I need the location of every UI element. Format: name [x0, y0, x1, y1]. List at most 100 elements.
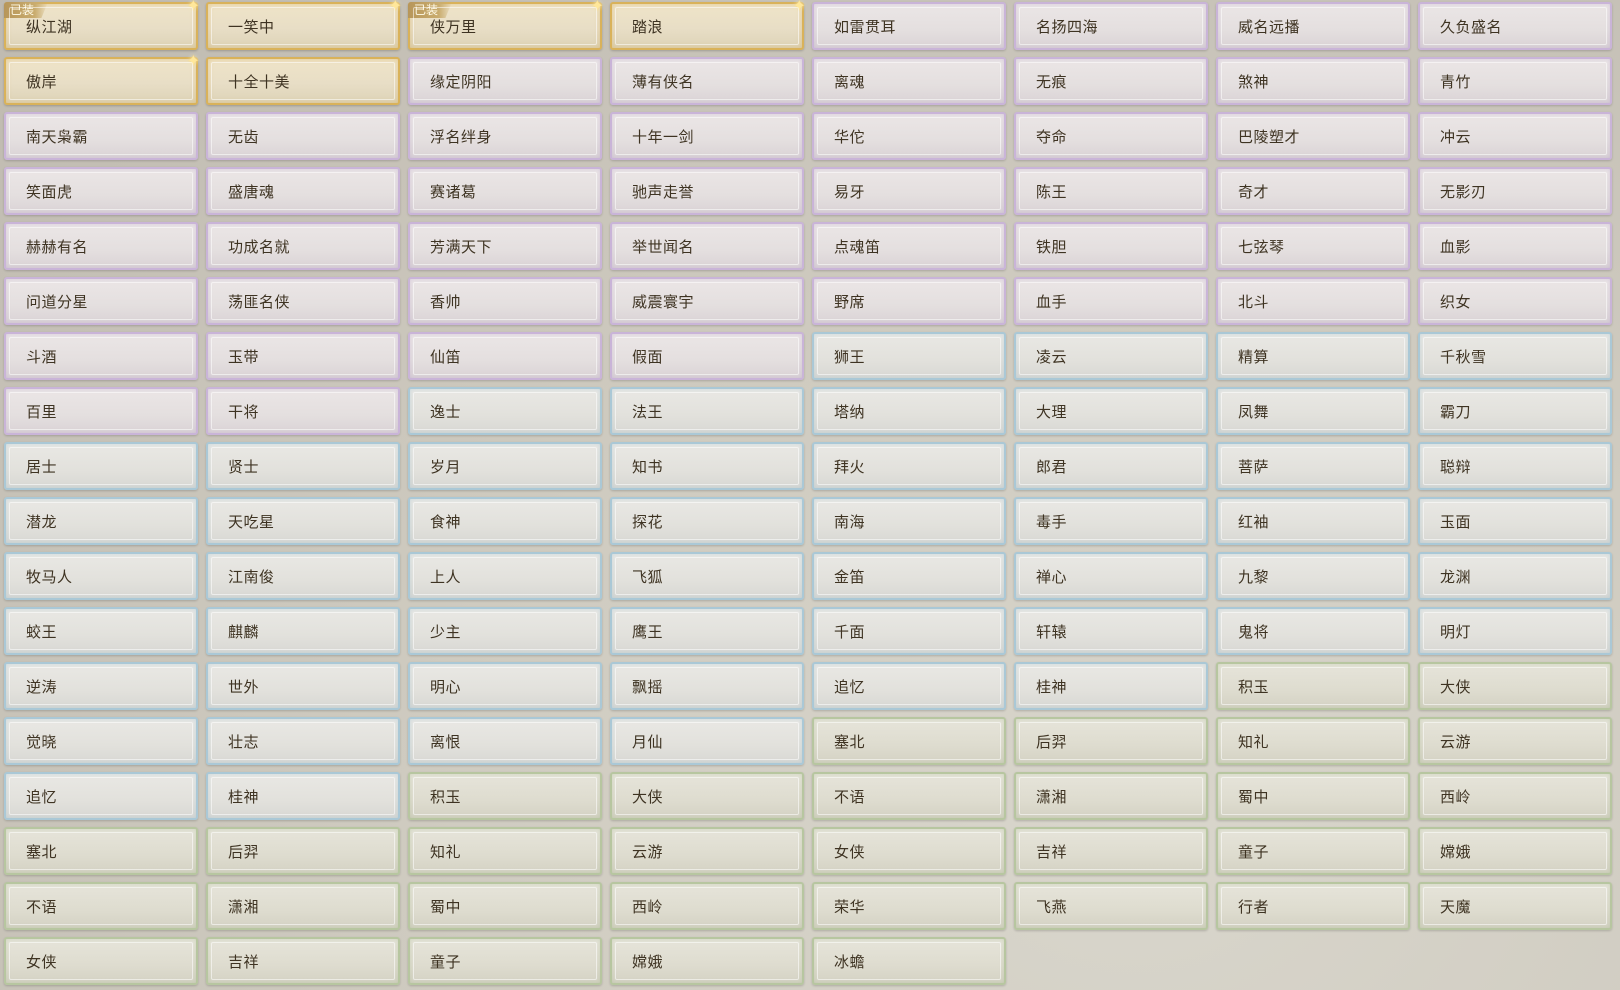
title-tile[interactable]: 玉面 [1418, 497, 1612, 545]
title-tile[interactable]: 知书 [610, 442, 804, 490]
title-tile[interactable]: 威震寰宇 [610, 277, 804, 325]
title-tile[interactable]: 龙渊 [1418, 552, 1612, 600]
title-tile[interactable]: 后羿 [1014, 717, 1208, 765]
title-tile[interactable]: 野席 [812, 277, 1006, 325]
title-tile[interactable]: ✦ 一笑中 [206, 0, 402, 50]
title-tile[interactable]: 壮志 [206, 717, 400, 765]
title-tile[interactable]: 已装 ✦ 侠万里 [408, 0, 604, 50]
title-tile[interactable]: 无痕 [1014, 57, 1208, 105]
title-tile[interactable]: 南海 [812, 497, 1006, 545]
title-tile[interactable]: 天吃星 [206, 497, 400, 545]
title-tile[interactable]: 问道分星 [4, 277, 198, 325]
title-tile[interactable]: 潜龙 [4, 497, 198, 545]
title-tile[interactable]: 吉祥 [1014, 827, 1208, 875]
title-tile[interactable]: 觉晓 [4, 717, 198, 765]
title-tile[interactable]: 桂神 [206, 772, 400, 820]
title-tile[interactable]: 积玉 [1216, 662, 1410, 710]
title-tile[interactable]: 离恨 [408, 717, 602, 765]
title-tile[interactable]: 荣华 [812, 882, 1006, 930]
title-tile[interactable]: 盛唐魂 [206, 167, 400, 215]
title-tile[interactable]: ✦ 傲岸 [4, 53, 200, 105]
title-tile[interactable]: 上人 [408, 552, 602, 600]
title-tile[interactable]: 潇湘 [206, 882, 400, 930]
title-tile[interactable]: 浮名绊身 [408, 112, 602, 160]
title-tile[interactable]: 香帅 [408, 277, 602, 325]
title-tile[interactable]: 煞神 [1216, 57, 1410, 105]
title-tile[interactable]: 积玉 [408, 772, 602, 820]
title-tile[interactable]: 青竹 [1418, 57, 1612, 105]
title-tile[interactable]: 江南俊 [206, 552, 400, 600]
title-tile[interactable]: 飞燕 [1014, 882, 1208, 930]
title-tile[interactable]: 薄有侠名 [610, 57, 804, 105]
title-tile[interactable]: ✦ 踏浪 [610, 0, 806, 50]
title-tile[interactable]: 追忆 [812, 662, 1006, 710]
title-tile[interactable]: 赛诸葛 [408, 167, 602, 215]
title-tile[interactable]: 易牙 [812, 167, 1006, 215]
title-tile[interactable]: 世外 [206, 662, 400, 710]
title-tile[interactable]: 冲云 [1418, 112, 1612, 160]
title-tile[interactable]: 追忆 [4, 772, 198, 820]
title-tile[interactable]: 铁胆 [1014, 222, 1208, 270]
title-tile[interactable]: 金笛 [812, 552, 1006, 600]
title-tile[interactable]: 玉带 [206, 332, 400, 380]
title-tile[interactable]: 云游 [1418, 717, 1612, 765]
title-tile[interactable]: 菩萨 [1216, 442, 1410, 490]
title-tile[interactable]: 潇湘 [1014, 772, 1208, 820]
title-tile[interactable]: 巴陵塑才 [1216, 112, 1410, 160]
title-tile[interactable]: 精算 [1216, 332, 1410, 380]
title-tile[interactable]: 千面 [812, 607, 1006, 655]
title-tile[interactable]: 蜀中 [408, 882, 602, 930]
title-tile[interactable]: 飘摇 [610, 662, 804, 710]
title-tile[interactable]: 禅心 [1014, 552, 1208, 600]
title-tile[interactable]: 华佗 [812, 112, 1006, 160]
title-tile[interactable]: 久负盛名 [1418, 2, 1612, 50]
title-tile[interactable]: 天魔 [1418, 882, 1612, 930]
title-tile[interactable]: 血手 [1014, 277, 1208, 325]
title-tile[interactable]: 功成名就 [206, 222, 400, 270]
title-tile[interactable]: 血影 [1418, 222, 1612, 270]
title-tile[interactable]: 月仙 [610, 717, 804, 765]
title-tile[interactable]: 驰声走誉 [610, 167, 804, 215]
title-tile[interactable]: 缘定阴阳 [408, 57, 602, 105]
title-tile[interactable]: 探花 [610, 497, 804, 545]
title-tile[interactable]: 如雷贯耳 [812, 2, 1006, 50]
title-tile[interactable]: 拜火 [812, 442, 1006, 490]
title-tile[interactable]: 飞狐 [610, 552, 804, 600]
title-tile[interactable]: 明心 [408, 662, 602, 710]
title-tile[interactable]: 点魂笛 [812, 222, 1006, 270]
title-tile[interactable]: 女侠 [812, 827, 1006, 875]
title-tile[interactable]: 嫦娥 [610, 937, 804, 985]
title-tile[interactable]: 西岭 [610, 882, 804, 930]
title-tile[interactable]: 逆涛 [4, 662, 198, 710]
title-tile[interactable]: 岁月 [408, 442, 602, 490]
title-tile[interactable]: 轩辕 [1014, 607, 1208, 655]
title-tile[interactable]: 贤士 [206, 442, 400, 490]
title-tile[interactable]: 威名远播 [1216, 2, 1410, 50]
title-tile[interactable]: 已装 ✦ 纵江湖 [4, 0, 200, 50]
title-tile[interactable]: 无影刃 [1418, 167, 1612, 215]
title-tile[interactable]: 居士 [4, 442, 198, 490]
title-tile[interactable]: 知礼 [1216, 717, 1410, 765]
title-tile[interactable]: 童子 [408, 937, 602, 985]
title-tile[interactable]: 吉祥 [206, 937, 400, 985]
title-tile[interactable]: 名扬四海 [1014, 2, 1208, 50]
title-tile[interactable]: 陈王 [1014, 167, 1208, 215]
title-tile[interactable]: 知礼 [408, 827, 602, 875]
title-tile[interactable]: 逸士 [408, 387, 602, 435]
title-tile[interactable]: 大理 [1014, 387, 1208, 435]
title-tile[interactable]: 少主 [408, 607, 602, 655]
title-tile[interactable]: 鹰王 [610, 607, 804, 655]
title-tile[interactable]: 蛟王 [4, 607, 198, 655]
title-tile[interactable]: 离魂 [812, 57, 1006, 105]
title-tile[interactable]: 红袖 [1216, 497, 1410, 545]
title-tile[interactable]: 假面 [610, 332, 804, 380]
title-tile[interactable]: 明灯 [1418, 607, 1612, 655]
title-tile[interactable]: 大侠 [610, 772, 804, 820]
title-tile[interactable]: 无齿 [206, 112, 400, 160]
title-tile[interactable]: 牧马人 [4, 552, 198, 600]
title-tile[interactable]: 荡匪名侠 [206, 277, 400, 325]
title-tile[interactable]: 凤舞 [1216, 387, 1410, 435]
title-tile[interactable]: 麒麟 [206, 607, 400, 655]
title-tile[interactable]: 织女 [1418, 277, 1612, 325]
title-tile[interactable]: 后羿 [206, 827, 400, 875]
